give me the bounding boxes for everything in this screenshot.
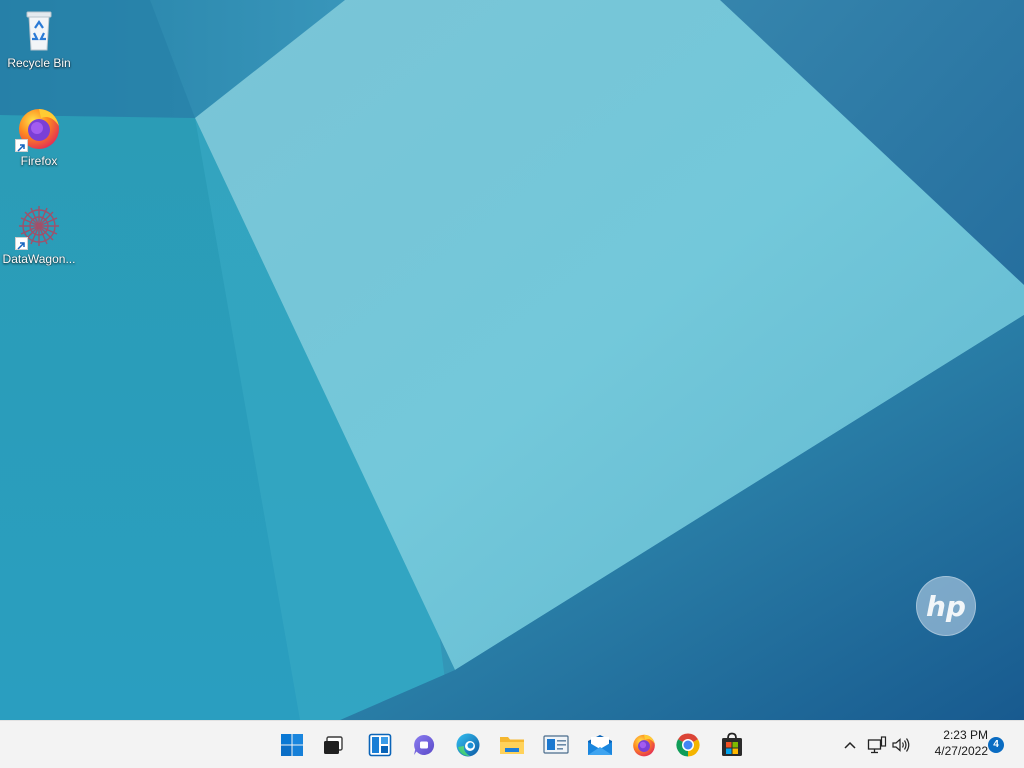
- windows-start-icon: [281, 734, 303, 756]
- chrome-button[interactable]: [668, 725, 708, 765]
- shortcut-arrow-icon: [15, 139, 28, 152]
- task-view-icon: [324, 736, 343, 754]
- firefox-icon: [633, 734, 655, 757]
- clock-time: 2:23 PM: [943, 728, 988, 742]
- file-explorer-button[interactable]: [492, 725, 532, 765]
- desktop-icon-firefox[interactable]: Firefox: [1, 104, 77, 168]
- desktop[interactable]: Recycle Bin Firefox DataWagon... hp: [0, 0, 1024, 720]
- teams-chat-icon: [414, 734, 435, 755]
- desktop-icon-label: DataWagon...: [2, 252, 76, 266]
- network-button[interactable]: [866, 733, 888, 757]
- file-explorer-icon: [500, 737, 524, 754]
- start-button[interactable]: [272, 725, 312, 765]
- taskbar: 2:23 PM 4/27/2022 4: [0, 720, 1024, 768]
- firefox-icon: [15, 104, 63, 152]
- firefox-taskbar-button[interactable]: [624, 725, 664, 765]
- datawagon-icon: [15, 202, 63, 250]
- desktop-icon-label: Firefox: [20, 154, 58, 168]
- mail-button[interactable]: [580, 725, 620, 765]
- chat-button[interactable]: [404, 725, 444, 765]
- widgets-icon: [368, 733, 392, 757]
- notification-badge[interactable]: 4: [988, 737, 1004, 753]
- network-icon: [867, 736, 887, 754]
- mail-icon: [588, 735, 612, 755]
- recycle-bin-icon: [15, 6, 63, 54]
- desktop-icon-recycle-bin[interactable]: Recycle Bin: [1, 6, 77, 70]
- desktop-icon-datawagon[interactable]: DataWagon...: [1, 202, 77, 266]
- control-panel-button[interactable]: [536, 725, 576, 765]
- edge-button[interactable]: [448, 725, 488, 765]
- volume-icon: [892, 738, 910, 752]
- clock[interactable]: 2:23 PM 4/27/2022: [918, 727, 988, 759]
- clock-date: 4/27/2022: [934, 744, 988, 758]
- store-button[interactable]: [712, 725, 752, 765]
- show-hidden-icons-button[interactable]: [840, 733, 860, 757]
- widgets-button[interactable]: [360, 725, 400, 765]
- chrome-icon: [676, 733, 700, 757]
- store-icon: [722, 732, 742, 756]
- task-view-button[interactable]: [314, 725, 354, 765]
- volume-button[interactable]: [890, 733, 912, 757]
- wallpaper: [0, 0, 1024, 720]
- edge-icon: [456, 733, 480, 757]
- svg-text:hp: hp: [926, 590, 966, 623]
- control-panel-icon: [543, 735, 569, 754]
- hp-logo: hp: [916, 576, 976, 636]
- desktop-icon-label: Recycle Bin: [7, 56, 71, 70]
- chevron-up-icon: [844, 741, 856, 749]
- shortcut-arrow-icon: [15, 237, 28, 250]
